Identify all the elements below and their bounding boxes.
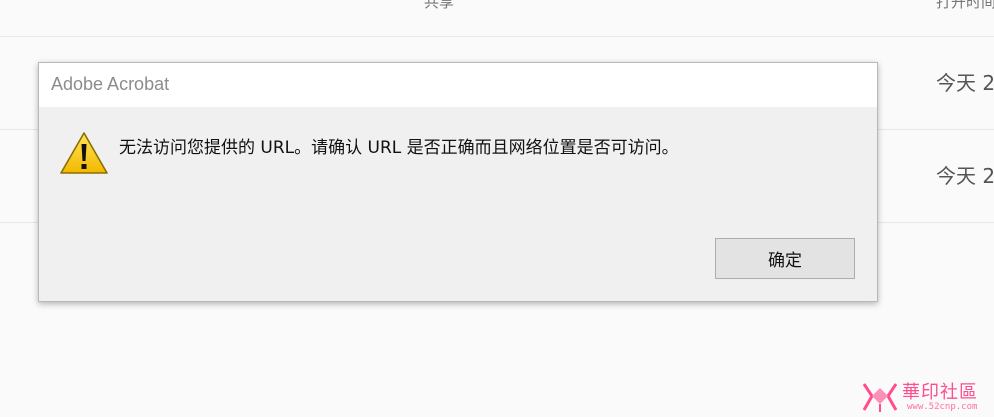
- column-header-share[interactable]: 共享: [424, 0, 454, 12]
- ok-button[interactable]: 确定: [715, 238, 855, 279]
- row-date: 今天 2: [936, 164, 994, 188]
- watermark-url: www.52cnp.com: [907, 402, 978, 412]
- watermark-logo-icon: [862, 383, 898, 412]
- dialog-titlebar[interactable]: Adobe Acrobat: [39, 63, 877, 107]
- dialog-message: 无法访问您提供的 URL。请确认 URL 是否正确而且网络位置是否可访问。: [119, 138, 679, 158]
- alert-dialog: Adobe Acrobat 无法访问您提供的 URL。请确认 URL 是否正确而…: [38, 62, 878, 302]
- watermark-text: 華印社區: [902, 382, 978, 403]
- ok-button-label: 确定: [768, 251, 802, 271]
- watermark: 華印社區 www.52cnp.com: [860, 378, 994, 417]
- row-date: 今天 2: [936, 71, 994, 95]
- warning-icon: [60, 132, 108, 174]
- list-header: 共享 打开时间: [0, 0, 994, 37]
- dialog-title: Adobe Acrobat: [51, 74, 170, 94]
- column-header-opened[interactable]: 打开时间: [936, 0, 994, 12]
